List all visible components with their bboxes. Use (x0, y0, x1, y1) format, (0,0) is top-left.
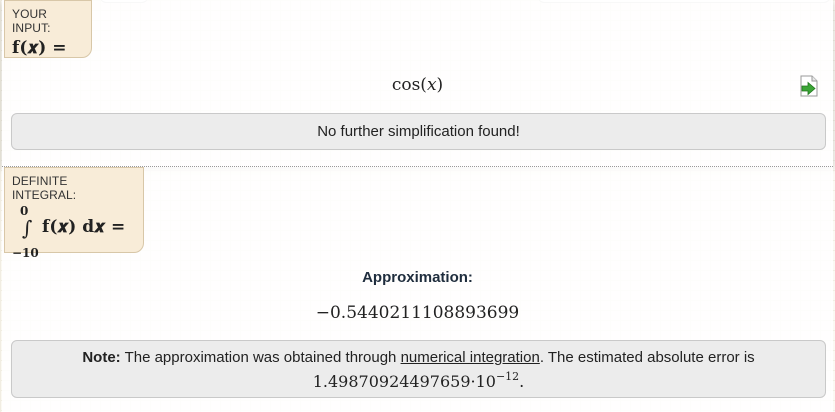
export-arrow-icon[interactable] (799, 75, 819, 97)
note-box: Note: The approximation was obtained thr… (11, 340, 826, 398)
integral-expression: 0 ∫ −10 f(𝒙) d𝒙 = (12, 204, 135, 260)
error-end: . (519, 372, 525, 391)
page: YOUR INPUT: f(𝒙) = cos(𝑥) No further sim… (0, 0, 835, 412)
note-text-before: The approximation was obtained through (124, 349, 397, 366)
input-lhs: f(𝒙) = (12, 38, 67, 58)
error-exponent: −12 (495, 370, 520, 383)
note-label: Note: (82, 349, 121, 366)
note-text-after: . The estimated absolute error is (539, 349, 755, 366)
note-text-line: Note: The approximation was obtained thr… (12, 348, 825, 367)
integral-label-box: DEFINITE INTEGRAL: 0 ∫ −10 f(𝒙) d𝒙 = (4, 167, 144, 260)
integral-sign: ∫ (22, 216, 33, 240)
integral-section: DEFINITE INTEGRAL: 0 ∫ −10 f(𝒙) d𝒙 = App… (2, 167, 833, 412)
simplification-message: No further simplification found! (11, 113, 826, 150)
input-label-title: YOUR INPUT: (12, 7, 51, 35)
input-section: YOUR INPUT: f(𝒙) = cos(𝑥) No further sim… (2, 0, 833, 167)
approximation-value: −0.5440211108893699 (315, 303, 520, 323)
integrand: f(𝒙) d𝒙 = (42, 217, 126, 237)
input-label-box: YOUR INPUT: f(𝒙) = (4, 0, 92, 58)
input-expression: cos(𝑥) (391, 75, 444, 95)
approximation-heading: Approximation: (362, 269, 473, 286)
error-mantissa: 1.49870924497659·10 (312, 372, 496, 391)
numerical-integration-link[interactable]: numerical integration (401, 349, 540, 366)
integral-lower-limit: −10 (12, 246, 39, 260)
error-value: 1.49870924497659·10−12. (12, 367, 825, 391)
integral-label-title: DEFINITE INTEGRAL: (12, 174, 77, 202)
